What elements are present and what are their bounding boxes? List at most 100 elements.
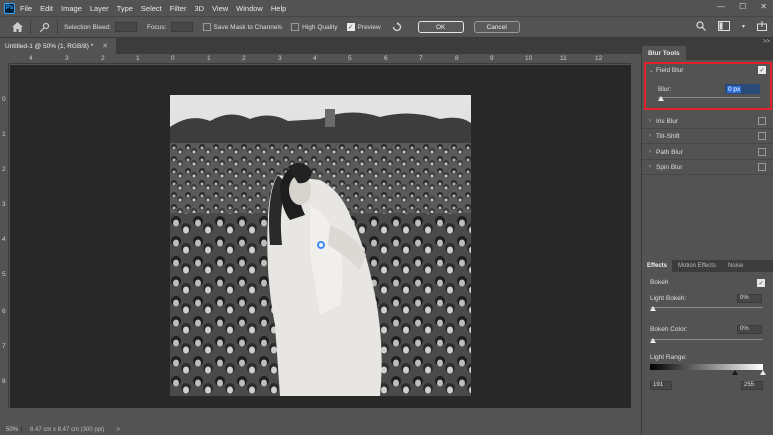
light-range-gradient[interactable]: [650, 364, 763, 370]
light-bokeh-slider-track[interactable]: [650, 307, 763, 308]
tab-effects[interactable]: Effects: [642, 260, 673, 272]
focus-label: Focus:: [146, 23, 167, 31]
checkbox[interactable]: [758, 163, 766, 171]
document-tab[interactable]: Untitled-1 @ 50% (1, RGB/8) * ✕: [0, 38, 116, 54]
light-range-low-thumb[interactable]: [732, 370, 738, 375]
close-icon[interactable]: ✕: [102, 42, 108, 50]
menu-layer[interactable]: Layer: [90, 4, 109, 13]
light-bokeh-slider-thumb[interactable]: [650, 306, 656, 311]
bokeh-color-input[interactable]: 0%: [737, 325, 762, 334]
reset-icon[interactable]: [390, 20, 404, 34]
blur-item-path-blur[interactable]: › Path Blur: [642, 145, 773, 160]
blur-item-spin-blur[interactable]: › Spin Blur: [642, 160, 773, 175]
light-range-low-input[interactable]: 191: [650, 381, 672, 390]
ruler-label: 2: [101, 55, 105, 62]
light-range-high-input[interactable]: 255: [741, 381, 763, 390]
menu-select[interactable]: Select: [141, 4, 162, 13]
ruler-label: 2: [2, 166, 6, 173]
path-blur-label: Path Blur: [656, 148, 683, 156]
ruler-label: 0: [2, 96, 6, 103]
save-mask-label: Save Mask to Channels: [213, 23, 283, 31]
maximize-button[interactable]: ☐: [739, 2, 746, 11]
checkbox[interactable]: [758, 148, 766, 156]
tab-motion-effects[interactable]: Motion Effects: [673, 260, 721, 272]
tab-blur-tools[interactable]: Blur Tools: [642, 46, 686, 60]
menu-image[interactable]: Image: [61, 4, 82, 13]
blur-item-tilt-shift[interactable]: › Tilt-Shift: [642, 129, 773, 144]
checkbox[interactable]: [758, 117, 766, 125]
chevron-right-icon[interactable]: ›: [642, 118, 656, 124]
ruler-label: 4: [2, 236, 6, 243]
ruler-label: 8: [455, 55, 459, 62]
menu-file[interactable]: File: [20, 4, 32, 13]
spin-blur-label: Spin Blur: [656, 163, 683, 171]
ok-button[interactable]: OK: [417, 21, 464, 33]
divider: [57, 20, 58, 34]
ruler-label: 9: [490, 55, 494, 62]
ruler-label: 0: [171, 55, 175, 62]
menu-bar: Ps File Edit Image Layer Type Select Fil…: [0, 0, 773, 16]
light-bokeh-input[interactable]: 0%: [737, 294, 762, 303]
menu-3d[interactable]: 3D: [194, 4, 204, 13]
photoshop-logo[interactable]: Ps: [4, 2, 15, 14]
menu-type[interactable]: Type: [117, 4, 133, 13]
ruler-label: 8: [2, 378, 6, 385]
blur-pin-handle[interactable]: [317, 241, 325, 249]
ruler-label: 2: [242, 55, 246, 62]
ruler-label: 3: [278, 55, 282, 62]
bokeh-label: Bokeh: [650, 279, 669, 286]
bokeh-color-slider-thumb[interactable]: [650, 338, 656, 343]
chevron-right-icon[interactable]: ›: [642, 149, 656, 155]
cancel-button[interactable]: Cancel: [473, 21, 520, 33]
chevron-right-icon[interactable]: ›: [642, 164, 656, 170]
horizontal-ruler: 4 3 2 1 0 1 2 3 4 5 6 7 8 9 10 11 12: [9, 54, 641, 64]
checkmark-icon[interactable]: ✓: [757, 279, 765, 287]
checkmark-icon: ✓: [346, 23, 355, 31]
menu-filter[interactable]: Filter: [170, 4, 187, 13]
checkbox-box: [291, 23, 300, 31]
checkbox[interactable]: [758, 132, 766, 140]
menu-help[interactable]: Help: [271, 4, 286, 13]
blur-item-iris-blur[interactable]: › Iris Blur: [642, 114, 773, 129]
high-quality-checkbox[interactable]: High Quality: [291, 23, 338, 31]
minimize-button[interactable]: —: [717, 2, 725, 11]
home-icon[interactable]: [10, 20, 24, 34]
light-range-high-thumb[interactable]: [760, 370, 766, 375]
focus-field[interactable]: [170, 22, 193, 32]
menu-edit[interactable]: Edit: [40, 4, 53, 13]
options-right-icons: ▾: [696, 21, 767, 31]
menu-window[interactable]: Window: [236, 4, 263, 13]
ruler-label: 4: [29, 55, 33, 62]
preview-checkbox[interactable]: ✓ Preview: [346, 23, 381, 31]
ruler-label: 1: [136, 55, 140, 62]
workspace-icon[interactable]: [717, 21, 730, 31]
collapse-panels-button[interactable]: >>: [642, 38, 773, 46]
window-controls: — ☐ ✕: [717, 2, 767, 11]
tab-noise[interactable]: Noise: [723, 260, 748, 272]
selection-bleed-field[interactable]: [114, 22, 137, 32]
vertical-ruler: 0 1 2 3 4 5 6 7 8: [0, 64, 9, 408]
bokeh-color-slider-track[interactable]: [650, 339, 763, 340]
chevron-right-icon[interactable]: ›: [642, 133, 656, 139]
tilt-shift-label: Tilt-Shift: [656, 132, 680, 140]
ruler-label: 7: [419, 55, 423, 62]
zoom-level[interactable]: 50%: [0, 427, 22, 433]
search-icon[interactable]: [696, 21, 706, 31]
field-blur-highlight: [644, 62, 772, 110]
pin-tool-icon[interactable]: [37, 20, 51, 34]
document-title: Untitled-1 @ 50% (1, RGB/8) *: [5, 42, 94, 50]
ruler-label: 6: [2, 308, 6, 315]
right-panels: >> Blur Tools ⌄ Field Blur ✓ Blur: 0 px …: [641, 38, 773, 435]
share-icon[interactable]: [757, 21, 767, 31]
ruler-label: 4: [313, 55, 317, 62]
ruler-label: 5: [2, 271, 6, 278]
vertical-scrollbar[interactable]: [631, 54, 641, 408]
save-mask-checkbox[interactable]: Save Mask to Channels: [202, 23, 283, 31]
menu-view[interactable]: View: [212, 4, 228, 13]
bokeh-color-label: Bokeh Color:: [650, 326, 688, 333]
ruler-label: 7: [2, 343, 6, 350]
horizontal-scrollbar[interactable]: [0, 408, 641, 425]
chevron-down-icon[interactable]: ▾: [742, 23, 745, 31]
status-menu-arrow[interactable]: >: [116, 427, 120, 433]
close-button[interactable]: ✕: [760, 2, 767, 11]
